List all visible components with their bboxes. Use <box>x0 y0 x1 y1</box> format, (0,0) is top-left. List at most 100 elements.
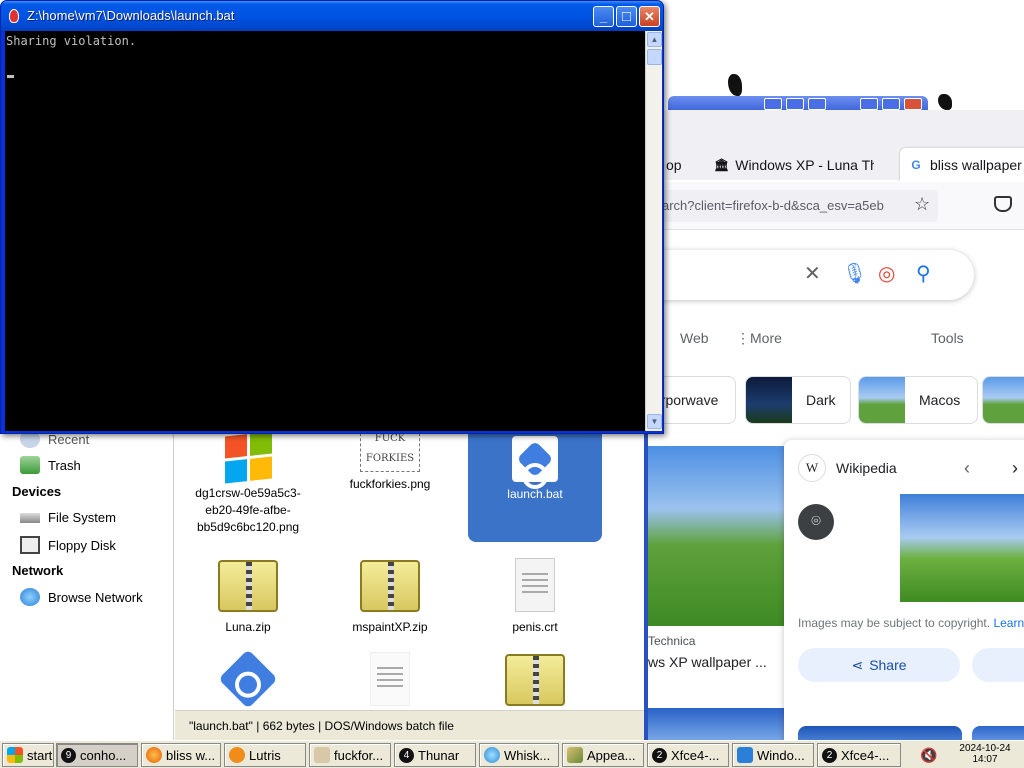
file-item[interactable]: FUCK FORKIES fuckforkies.png <box>323 428 457 493</box>
lens-icon[interactable]: ⌾ <box>798 504 834 540</box>
chip-partial[interactable] <box>982 376 1024 424</box>
camera-lens-icon[interactable]: ◎ <box>878 264 895 284</box>
preview-image-bliss[interactable] <box>900 494 1024 602</box>
status-size: 662 bytes <box>262 719 315 733</box>
sidebar-item-browse-network[interactable]: Browse Network <box>20 588 143 606</box>
filter-web[interactable]: Web <box>680 330 709 346</box>
window-title: Z:\home\vm7\Downloads\launch.bat <box>27 8 235 23</box>
sidebar-item-label: Browse Network <box>48 589 143 605</box>
taskbar-item-console[interactable]: 9 conho... <box>56 743 138 767</box>
console-window[interactable]: Z:\home\vm7\Downloads\launch.bat _ □ ✕ S… <box>0 0 664 434</box>
maximize-button[interactable]: □ <box>616 6 637 27</box>
taskbar-item-window[interactable]: Windo... <box>732 743 814 767</box>
taskbar-item-terminal[interactable]: 2 Xfce4-... <box>647 743 729 767</box>
taskbar-item-label: Lutris <box>249 747 281 763</box>
count-badge: 9 <box>61 747 76 763</box>
sidebar-item-floppy[interactable]: Floppy Disk <box>20 536 116 554</box>
microphone-icon[interactable]: 🎙 <box>842 264 867 284</box>
file-item[interactable]: penis.crt <box>468 556 602 636</box>
wallpaper-blob <box>728 74 742 96</box>
count-badge: 4 <box>399 747 414 763</box>
wikipedia-logo-icon: W <box>798 454 826 482</box>
taskbar-item-label: Whisk... <box>504 747 551 763</box>
start-button[interactable]: start <box>2 743 54 767</box>
share-button[interactable]: ⋖ Share <box>798 648 960 682</box>
search-icon[interactable]: ⚲ <box>916 264 931 284</box>
titlebar[interactable]: Z:\home\vm7\Downloads\launch.bat _ □ ✕ <box>1 1 663 31</box>
taskbar-item-lutris[interactable]: Lutris <box>224 743 306 767</box>
sidebar-heading-network: Network <box>12 563 64 578</box>
secondary-action-button[interactable] <box>972 648 1024 682</box>
scroll-down-icon[interactable]: ▼ <box>647 414 662 429</box>
clock[interactable]: 2024-10-24 14:07 <box>948 743 1022 765</box>
bookmark-star-icon[interactable]: ☆ <box>914 194 930 215</box>
sidebar-item-filesystem[interactable]: File System <box>20 510 116 525</box>
harddrive-icon <box>20 512 40 523</box>
sidebar-heading-devices: Devices <box>12 484 62 499</box>
file-item-partial[interactable] <box>468 650 602 709</box>
thunar-window[interactable]: Recent Trash Devices File System Floppy … <box>0 428 648 740</box>
tab-strip: op 🏛 Windows XP - Luna Th G bliss wallpa… <box>648 110 1024 182</box>
related-image[interactable] <box>972 726 1024 740</box>
taskbar-item-image[interactable]: fuckfor... <box>309 743 391 767</box>
learn-more-link[interactable]: Learn <box>993 616 1024 630</box>
firefox-window[interactable]: op 🏛 Windows XP - Luna Th G bliss wallpa… <box>648 0 1024 740</box>
taskbar-item-appearance[interactable]: Appea... <box>562 743 644 767</box>
result-title[interactable]: ws XP wallpaper ... <box>648 654 784 670</box>
globe-icon <box>20 588 40 606</box>
related-chips: orporwave Dark Macos <box>648 376 1024 424</box>
related-image[interactable] <box>798 726 962 740</box>
file-item-partial[interactable] <box>181 649 315 709</box>
chip-thumbnail <box>983 377 1024 423</box>
lutris-icon <box>229 747 245 763</box>
tab-bliss-wallpaper[interactable]: G bliss wallpaper - <box>900 148 1024 182</box>
text-cursor <box>7 75 14 78</box>
image-icon <box>314 747 330 763</box>
copyright-notice: Images may be subject to copyright. Lear… <box>798 616 1024 630</box>
filter-more[interactable]: More <box>750 330 782 346</box>
chip-macos[interactable]: Macos <box>858 376 978 424</box>
minimize-button[interactable]: _ <box>593 6 614 27</box>
scroll-up-icon[interactable]: ▲ <box>647 32 662 47</box>
preview-source-label: Wikipedia <box>836 460 897 476</box>
taskbar-item-label: conho... <box>80 747 127 763</box>
url-field[interactable]: arch?client=firefox-b-d&sca_esv=a5eb <box>648 190 938 222</box>
close-button[interactable]: ✕ <box>639 6 660 27</box>
console-output[interactable]: Sharing violation. <box>5 31 645 431</box>
console-app-icon <box>9 9 19 23</box>
clock-date: 2024-10-24 <box>959 743 1011 754</box>
scroll-thumb[interactable] <box>647 49 662 65</box>
prev-arrow-icon[interactable]: ‹ <box>964 458 970 479</box>
tab-windows-xp-luna[interactable]: 🏛 Windows XP - Luna Th <box>714 148 874 182</box>
result-source: Technica <box>648 634 696 648</box>
tab-label: Windows XP - Luna Th <box>735 157 874 173</box>
taskbar-item-label: bliss w... <box>166 747 216 763</box>
result-image-bliss[interactable] <box>648 446 784 626</box>
file-item[interactable]: mspaintXP.zip <box>323 556 457 636</box>
clear-icon[interactable]: ✕ <box>804 264 821 284</box>
sidebar-item-trash[interactable]: Trash <box>20 456 81 474</box>
count-badge: 2 <box>652 747 667 763</box>
file-item-partial[interactable] <box>323 650 457 709</box>
search-box[interactable]: ✕ 🎙 ◎ ⚲ <box>648 250 974 300</box>
taskbar-item-firefox[interactable]: bliss w... <box>141 743 221 767</box>
result-image-next[interactable] <box>648 708 784 740</box>
taskbar-item-thunar[interactable]: 4 Thunar <box>394 743 476 767</box>
vertical-scrollbar[interactable]: ▲ ▼ <box>645 31 662 431</box>
preview-source[interactable]: W Wikipedia <box>798 454 897 482</box>
pocket-icon[interactable] <box>994 196 1012 212</box>
file-item-selected[interactable]: launch.bat <box>468 428 602 542</box>
filter-tools[interactable]: Tools <box>931 330 964 346</box>
chip-thumbnail <box>746 377 792 423</box>
file-item[interactable]: Luna.zip <box>181 556 315 636</box>
status-bar: "launch.bat" | 662 bytes | DOS/Windows b… <box>175 710 644 740</box>
file-name: dg1crsw-0e59a5c3-eb20-49fe-afbe-bb5d9c6b… <box>195 486 301 534</box>
file-item[interactable]: dg1crsw-0e59a5c3-eb20-49fe-afbe-bb5d9c6b… <box>181 428 315 536</box>
taskbar-item-terminal-2[interactable]: 2 Xfce4-... <box>817 743 901 767</box>
volume-muted-icon[interactable]: 🔇 <box>920 747 937 764</box>
chip-dark[interactable]: Dark <box>745 376 851 424</box>
taskbar-item-whisker[interactable]: Whisk... <box>479 743 559 767</box>
next-arrow-icon[interactable]: › <box>1012 458 1018 479</box>
chip-thumbnail <box>859 377 905 423</box>
chip-label: Dark <box>806 392 836 408</box>
